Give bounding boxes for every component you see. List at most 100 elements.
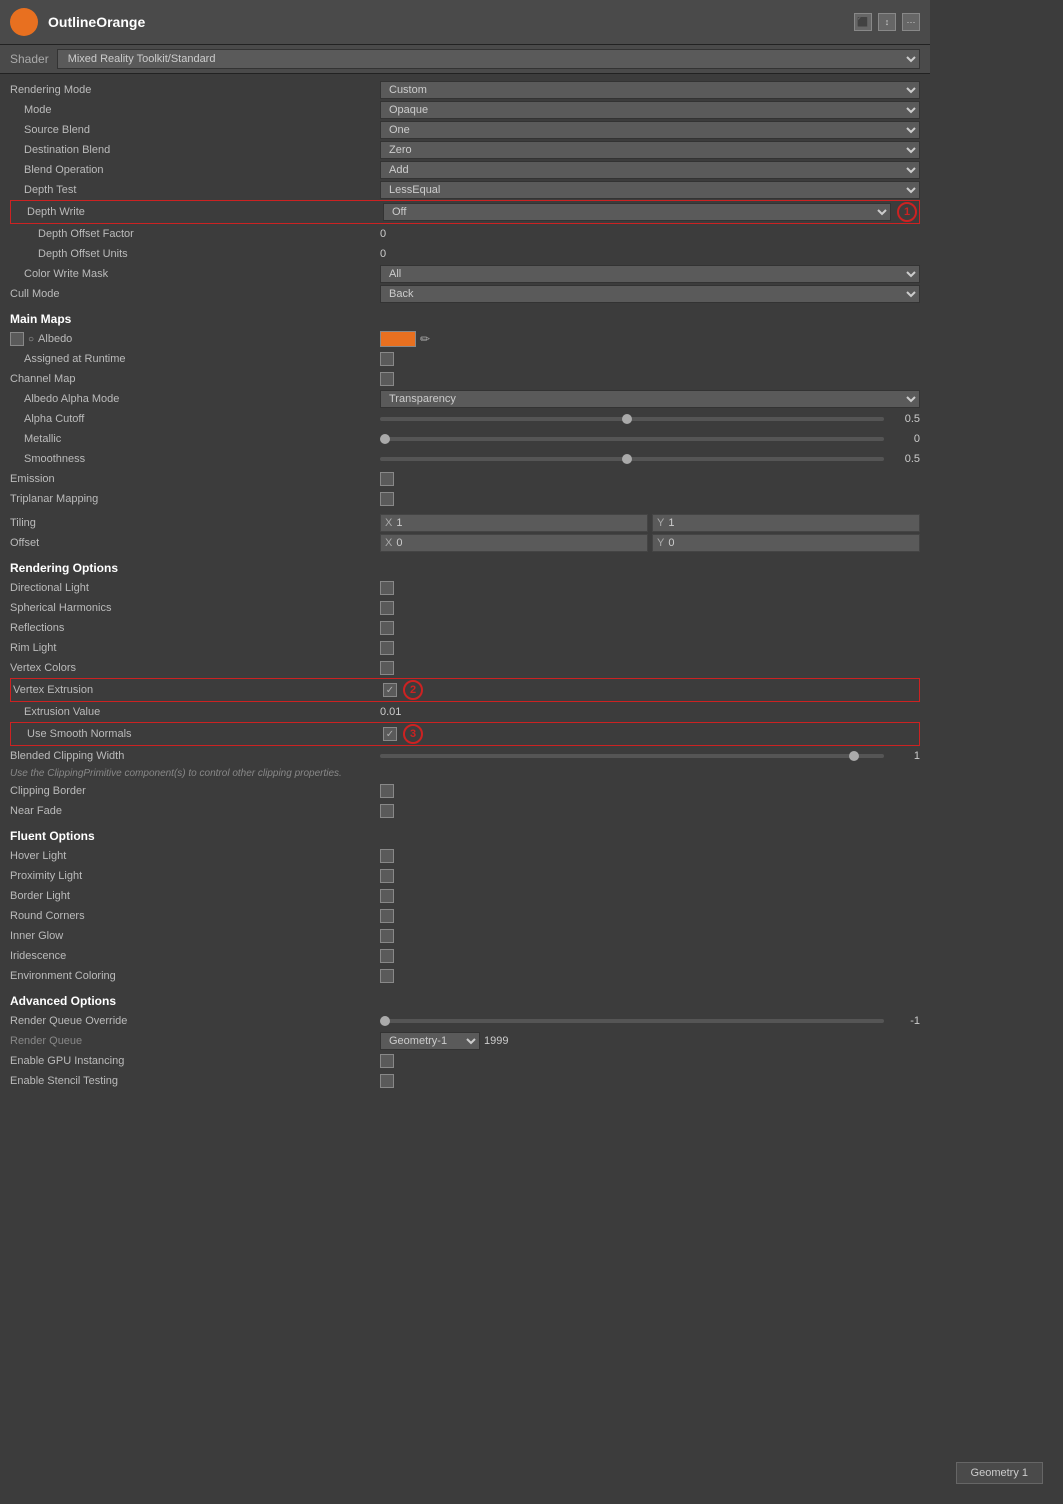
rim-light-label: Rim Light <box>10 642 380 654</box>
pencil-icon[interactable]: ✏ <box>420 332 430 346</box>
border-light-checkbox[interactable] <box>380 889 394 903</box>
proximity-light-checkbox[interactable] <box>380 869 394 883</box>
color-write-mask-dropdown[interactable]: All <box>380 265 920 283</box>
header-icon <box>10 8 38 36</box>
channel-map-checkbox[interactable] <box>380 372 394 386</box>
blend-op-row: Blend Operation Add <box>10 160 920 180</box>
smoothness-thumb[interactable] <box>622 454 632 464</box>
offset-x-value: 0 <box>396 537 402 549</box>
clipping-border-row: Clipping Border <box>10 781 920 801</box>
enable-stencil-checkbox[interactable] <box>380 1074 394 1088</box>
inner-glow-checkbox[interactable] <box>380 929 394 943</box>
header: OutlineOrange ⬛ ↕ ⋯ <box>0 0 930 45</box>
environment-coloring-checkbox[interactable] <box>380 969 394 983</box>
mode-dropdown[interactable]: Opaque <box>380 101 920 119</box>
cull-mode-row: Cull Mode Back <box>10 284 920 304</box>
smoothness-row: Smoothness 0.5 <box>10 449 920 469</box>
offset-x-field[interactable]: X 0 <box>380 534 648 552</box>
near-fade-checkbox[interactable] <box>380 804 394 818</box>
alpha-cutoff-thumb[interactable] <box>622 414 632 424</box>
depth-write-dropdown[interactable]: Off <box>383 203 891 221</box>
blended-clipping-value: 1 <box>890 750 920 762</box>
cull-mode-label: Cull Mode <box>10 288 380 300</box>
triplanar-row: Triplanar Mapping <box>10 489 920 509</box>
tiling-x-field[interactable]: X 1 <box>380 514 648 532</box>
icon-btn-1[interactable]: ⬛ <box>854 13 872 31</box>
near-fade-label: Near Fade <box>10 805 380 817</box>
alpha-cutoff-label: Alpha Cutoff <box>10 413 380 425</box>
blended-clipping-thumb[interactable] <box>849 751 859 761</box>
enable-gpu-checkbox[interactable] <box>380 1054 394 1068</box>
render-queue-dropdown[interactable]: Geometry-1 <box>380 1032 480 1050</box>
albedo-checkbox[interactable] <box>10 332 24 346</box>
reflections-checkbox[interactable] <box>380 621 394 635</box>
badge-3: 3 <box>403 724 423 744</box>
albedo-alpha-dropdown[interactable]: Transparency <box>380 390 920 408</box>
directional-light-row: Directional Light <box>10 578 920 598</box>
clipping-border-label: Clipping Border <box>10 785 380 797</box>
albedo-alpha-label: Albedo Alpha Mode <box>10 393 380 405</box>
assigned-runtime-row: Assigned at Runtime <box>10 349 920 369</box>
emission-label: Emission <box>10 473 380 485</box>
hover-light-label: Hover Light <box>10 850 380 862</box>
clipping-border-checkbox[interactable] <box>380 784 394 798</box>
tiling-y-field[interactable]: Y 1 <box>652 514 920 532</box>
shader-row: Shader Mixed Reality Toolkit/Standard <box>0 45 930 74</box>
round-corners-checkbox[interactable] <box>380 909 394 923</box>
vertex-colors-row: Vertex Colors <box>10 658 920 678</box>
render-queue-override-label: Render Queue Override <box>10 1015 380 1027</box>
depth-test-label: Depth Test <box>10 184 380 196</box>
extrusion-value-label: Extrusion Value <box>10 706 380 718</box>
metallic-row: Metallic 0 <box>10 429 920 449</box>
offset-y-value: 0 <box>668 537 674 549</box>
depth-write-label: Depth Write <box>13 206 383 218</box>
rendering-mode-dropdown[interactable]: Custom <box>380 81 920 99</box>
emission-checkbox[interactable] <box>380 472 394 486</box>
depth-write-row: Depth Write Off 1 <box>10 200 920 224</box>
clipping-info: Use the ClippingPrimitive component(s) t… <box>10 766 920 781</box>
fluent-options-title: Fluent Options <box>10 821 920 846</box>
shader-dropdown[interactable]: Mixed Reality Toolkit/Standard <box>57 49 920 69</box>
spherical-harmonics-label: Spherical Harmonics <box>10 602 380 614</box>
vertex-colors-checkbox[interactable] <box>380 661 394 675</box>
header-title: OutlineOrange <box>48 14 844 30</box>
render-queue-override-value: -1 <box>890 1015 920 1027</box>
offset-y-field[interactable]: Y 0 <box>652 534 920 552</box>
hover-light-checkbox[interactable] <box>380 849 394 863</box>
environment-coloring-row: Environment Coloring <box>10 966 920 986</box>
mode-label: Mode <box>10 104 380 116</box>
offset-x-label: X <box>385 537 392 549</box>
cull-mode-dropdown[interactable]: Back <box>380 285 920 303</box>
source-blend-dropdown[interactable]: One <box>380 121 920 139</box>
render-queue-override-thumb[interactable] <box>380 1016 390 1026</box>
round-corners-row: Round Corners <box>10 906 920 926</box>
rim-light-checkbox[interactable] <box>380 641 394 655</box>
rim-light-row: Rim Light <box>10 638 920 658</box>
vertex-extrusion-checkbox[interactable] <box>383 683 397 697</box>
metallic-value: 0 <box>890 433 920 445</box>
spherical-harmonics-checkbox[interactable] <box>380 601 394 615</box>
iridescence-checkbox[interactable] <box>380 949 394 963</box>
albedo-swatch[interactable] <box>380 331 416 347</box>
depth-test-dropdown[interactable]: LessEqual <box>380 181 920 199</box>
channel-map-label: Channel Map <box>10 373 380 385</box>
directional-light-checkbox[interactable] <box>380 581 394 595</box>
directional-light-label: Directional Light <box>10 582 380 594</box>
dest-blend-dropdown[interactable]: Zero <box>380 141 920 159</box>
enable-gpu-label: Enable GPU Instancing <box>10 1055 380 1067</box>
assigned-runtime-checkbox[interactable] <box>380 352 394 366</box>
icon-btn-2[interactable]: ↕ <box>878 13 896 31</box>
proximity-light-label: Proximity Light <box>10 870 380 882</box>
blend-op-dropdown[interactable]: Add <box>380 161 920 179</box>
reflections-row: Reflections <box>10 618 920 638</box>
tiling-x-value: 1 <box>396 517 402 529</box>
use-smooth-normals-checkbox[interactable] <box>383 727 397 741</box>
icon-btn-3[interactable]: ⋯ <box>902 13 920 31</box>
source-blend-row: Source Blend One <box>10 120 920 140</box>
triplanar-checkbox[interactable] <box>380 492 394 506</box>
render-queue-value: 1999 <box>484 1035 508 1047</box>
iridescence-label: Iridescence <box>10 950 380 962</box>
rendering-options-title: Rendering Options <box>10 553 920 578</box>
metallic-thumb[interactable] <box>380 434 390 444</box>
smoothness-value: 0.5 <box>890 453 920 465</box>
